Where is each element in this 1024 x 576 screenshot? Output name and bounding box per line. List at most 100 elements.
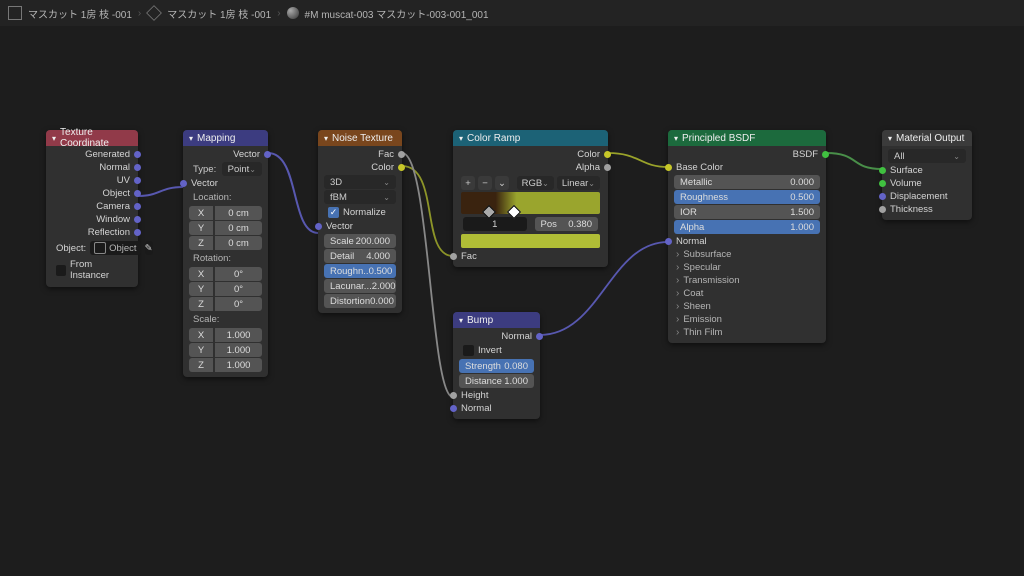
target-select[interactable]: All⌄	[888, 149, 966, 163]
displacement-socket[interactable]	[879, 193, 886, 200]
vector-socket[interactable]	[134, 151, 141, 158]
vector-socket[interactable]	[315, 223, 322, 230]
normal-socket[interactable]	[665, 238, 672, 245]
rotation-z[interactable]: 0°	[215, 297, 262, 311]
mapping-type-select[interactable]: Type: Point⌄	[189, 162, 262, 176]
eyedropper-icon[interactable]: ✎	[145, 241, 153, 255]
noise-fractal-select[interactable]: fBM⌄	[324, 190, 396, 204]
roughness-input[interactable]: Roughness0.500	[674, 190, 820, 204]
node-header[interactable]: ▾ Texture Coordinate	[46, 130, 138, 146]
node-header[interactable]: ▾ Bump	[453, 312, 540, 328]
noise-lacunarity-input[interactable]: Lacunar...2.000	[324, 279, 396, 293]
color-socket[interactable]	[398, 164, 405, 171]
bump-strength-input[interactable]: Strength0.080	[459, 359, 534, 373]
stop-index-input[interactable]: 1	[463, 217, 527, 231]
ramp-menu-button[interactable]: ⌄	[495, 176, 509, 190]
panel-sheen[interactable]: Sheen	[672, 300, 822, 313]
ior-input[interactable]: IOR1.500	[674, 205, 820, 219]
node-header[interactable]: ▾ Principled BSDF	[668, 130, 826, 146]
node-material-output[interactable]: ▾ Material Output All⌄ Surface Volume Di…	[882, 130, 972, 220]
node-bump[interactable]: ▾ Bump Normal Invert Strength0.080 Dista…	[453, 312, 540, 419]
alpha-socket[interactable]	[604, 164, 611, 171]
interp-select[interactable]: Linear⌄	[557, 176, 600, 190]
thickness-socket[interactable]	[879, 206, 886, 213]
node-header[interactable]: ▾ Mapping	[183, 130, 268, 146]
surface-socket[interactable]	[879, 167, 886, 174]
color-ramp-gradient[interactable]	[461, 192, 600, 214]
vector-socket[interactable]	[134, 203, 141, 210]
location-y[interactable]: 0 cm	[215, 221, 262, 235]
object-field[interactable]: Object	[90, 241, 140, 255]
panel-transmission[interactable]: Transmission	[672, 274, 822, 287]
socket-label: BSDF	[793, 149, 818, 160]
vector-socket[interactable]	[264, 151, 271, 158]
bump-distance-input[interactable]: Distance1.000	[459, 374, 534, 388]
node-header[interactable]: ▾ Material Output	[882, 130, 972, 146]
rotation-y[interactable]: 0°	[215, 282, 262, 296]
volume-socket[interactable]	[879, 180, 886, 187]
panel-subsurface[interactable]: Subsurface	[672, 248, 822, 261]
panel-emission[interactable]: Emission	[672, 313, 822, 326]
node-header[interactable]: ▾ Noise Texture	[318, 130, 402, 146]
normal-socket[interactable]	[536, 333, 543, 340]
location-x[interactable]: 0 cm	[215, 206, 262, 220]
noise-distortion-input[interactable]: Distortion0.000	[324, 294, 396, 308]
bsdf-socket[interactable]	[822, 151, 829, 158]
socket-label: Vector	[233, 149, 260, 160]
breadcrumb-item[interactable]: マスカット 1房 枝 -001	[167, 6, 271, 21]
color-mode-select[interactable]: RGB⌄	[517, 176, 554, 190]
node-texture-coordinate[interactable]: ▾ Texture Coordinate Generated Normal UV…	[46, 130, 138, 287]
socket-label: Thickness	[890, 204, 933, 215]
node-title: Material Output	[896, 133, 964, 144]
panel-thin-film[interactable]: Thin Film	[672, 326, 822, 339]
vector-socket[interactable]	[134, 216, 141, 223]
checkbox-label: Normalize	[343, 207, 386, 218]
node-color-ramp[interactable]: ▾ Color Ramp Color Alpha + − ⌄ RGB⌄ Line…	[453, 130, 608, 267]
noise-detail-input[interactable]: Detail4.000	[324, 249, 396, 263]
vector-socket[interactable]	[134, 229, 141, 236]
remove-stop-button[interactable]: −	[478, 176, 492, 190]
socket-label: Fac	[378, 149, 394, 160]
breadcrumb-item[interactable]: マスカット 1房 枝 -001	[28, 6, 132, 21]
node-title: Color Ramp	[467, 133, 520, 144]
socket-label: UV	[117, 175, 130, 186]
socket-label: Camera	[96, 201, 130, 212]
panel-specular[interactable]: Specular	[672, 261, 822, 274]
node-title: Texture Coordinate	[60, 127, 132, 149]
normalize-checkbox[interactable]: ✓	[328, 207, 339, 218]
color-socket[interactable]	[665, 164, 672, 171]
noise-scale-input[interactable]: Scale200.000	[324, 234, 396, 248]
object-icon	[94, 242, 106, 254]
metallic-input[interactable]: Metallic0.000	[674, 175, 820, 189]
rotation-x[interactable]: 0°	[215, 267, 262, 281]
normal-socket[interactable]	[450, 405, 457, 412]
noise-roughness-input[interactable]: Roughn..0.500	[324, 264, 396, 278]
scale-z[interactable]: 1.000	[215, 358, 262, 372]
location-z[interactable]: 0 cm	[215, 236, 262, 250]
panel-coat[interactable]: Coat	[672, 287, 822, 300]
vector-socket[interactable]	[180, 180, 187, 187]
stop-color-swatch[interactable]	[461, 234, 600, 248]
fac-socket[interactable]	[398, 151, 405, 158]
scale-y[interactable]: 1.000	[215, 343, 262, 357]
invert-checkbox[interactable]	[463, 345, 474, 356]
add-stop-button[interactable]: +	[461, 176, 475, 190]
node-noise-texture[interactable]: ▾ Noise Texture Fac Color 3D⌄ fBM⌄ ✓Norm…	[318, 130, 402, 313]
fac-socket[interactable]	[450, 253, 457, 260]
vector-socket[interactable]	[134, 190, 141, 197]
alpha-input[interactable]: Alpha1.000	[674, 220, 820, 234]
breadcrumb-item[interactable]: #M muscat-003 マスカット-003-001_001	[305, 6, 489, 21]
color-socket[interactable]	[604, 151, 611, 158]
vector-socket[interactable]	[134, 164, 141, 171]
from-instancer-checkbox[interactable]	[56, 265, 66, 276]
node-principled-bsdf[interactable]: ▾ Principled BSDF BSDF Base Color Metall…	[668, 130, 826, 343]
vector-socket[interactable]	[134, 177, 141, 184]
scale-x[interactable]: 1.000	[215, 328, 262, 342]
node-header[interactable]: ▾ Color Ramp	[453, 130, 608, 146]
chevron-down-icon: ⌄	[383, 193, 390, 202]
noise-dim-select[interactable]: 3D⌄	[324, 175, 396, 189]
node-mapping[interactable]: ▾ Mapping Vector Type: Point⌄ Vector Loc…	[183, 130, 268, 377]
height-socket[interactable]	[450, 392, 457, 399]
node-canvas[interactable]: ▾ Texture Coordinate Generated Normal UV…	[0, 26, 1024, 576]
stop-pos-input[interactable]: Pos0.380	[535, 217, 599, 231]
